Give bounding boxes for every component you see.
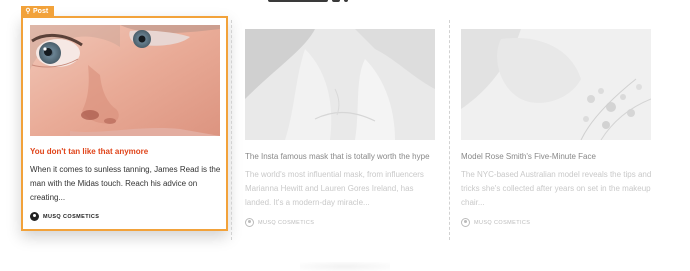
post-excerpt: When it comes to sunless tanning, James … bbox=[30, 165, 221, 202]
previous-section-text-peek bbox=[0, 0, 690, 6]
post-thumbnail[interactable] bbox=[30, 25, 220, 136]
post-author[interactable]: MUSQ COSMETICS bbox=[461, 218, 530, 227]
card-divider bbox=[449, 20, 450, 240]
post-author[interactable]: MUSQ COSMETICS bbox=[30, 212, 99, 221]
post-tag-label: Post bbox=[33, 8, 49, 15]
pin-icon: ⚲ bbox=[25, 8, 31, 15]
post-title[interactable]: You don't tan like that anymore bbox=[30, 147, 225, 156]
post-excerpt: The NYC-based Australian model reveals t… bbox=[461, 170, 652, 207]
post-title[interactable]: The Insta famous mask that is totally wo… bbox=[245, 152, 430, 161]
post-title[interactable]: Model Rose Smith's Five-Minute Face bbox=[461, 152, 596, 161]
post-thumbnail[interactable] bbox=[245, 29, 435, 140]
card-divider bbox=[231, 20, 232, 240]
user-avatar-icon bbox=[245, 218, 254, 227]
user-avatar-icon bbox=[461, 218, 470, 227]
post-excerpt: The world's most influential mask, from … bbox=[245, 170, 424, 207]
post-thumbnail[interactable] bbox=[461, 29, 651, 140]
author-name[interactable]: MUSQ COSMETICS bbox=[474, 220, 530, 226]
author-name[interactable]: MUSQ COSMETICS bbox=[258, 220, 314, 226]
post-tag: ⚲ Post bbox=[21, 6, 55, 17]
user-avatar-icon bbox=[30, 212, 39, 221]
bottom-shadow bbox=[300, 262, 390, 271]
author-name[interactable]: MUSQ COSMETICS bbox=[43, 214, 99, 220]
post-author[interactable]: MUSQ COSMETICS bbox=[245, 218, 314, 227]
